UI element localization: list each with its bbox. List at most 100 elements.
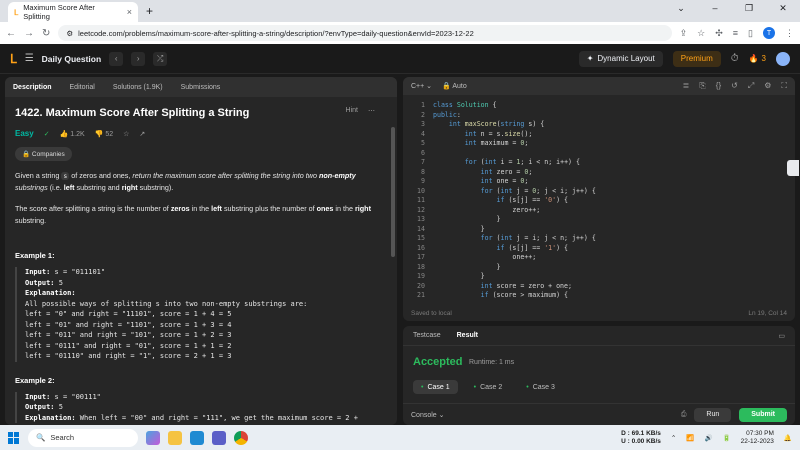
wifi-icon[interactable]: 📶 [686, 434, 694, 442]
prev-question-button[interactable]: ‹ [109, 51, 124, 66]
code-line: for (int i = 1; i < n; i++) { [464, 158, 580, 166]
taskbar-search[interactable]: 🔍 Search [28, 428, 138, 447]
case-label: Case 1 [427, 383, 450, 391]
dynamic-layout-label: Dynamic Layout [597, 54, 655, 63]
tab-result[interactable]: Result [457, 332, 478, 339]
leetcode-navbar: ᒪ ☰ Daily Question ‹ › ⤮ ✦ Dynamic Layou… [0, 44, 800, 74]
favorite-star-icon[interactable]: ☆ [123, 130, 129, 138]
reading-list-icon[interactable]: ≡ [733, 28, 738, 38]
bookmark-icon[interactable]: ⎘ [699, 81, 705, 91]
dynamic-layout-button[interactable]: ✦ Dynamic Layout [578, 50, 663, 67]
extensions-icon[interactable]: ✣ [715, 28, 723, 39]
desc-bold: zeros [170, 204, 190, 213]
reset-icon[interactable]: ↺ [731, 81, 738, 91]
line-number: 12 [417, 205, 425, 214]
chrome-icon[interactable] [234, 430, 248, 445]
copilot-icon[interactable] [146, 430, 160, 445]
console-toggle[interactable]: Console ⌄ [411, 411, 445, 419]
hint-button[interactable]: Hint [346, 107, 358, 115]
submit-button[interactable]: Submit [739, 407, 787, 422]
streak-count: 3 [761, 54, 766, 63]
time-text: 07:30 PM [746, 429, 774, 437]
line-number: 6 [421, 148, 425, 157]
chevron-down-icon[interactable]: ⌄ [664, 3, 698, 14]
file-explorer-icon[interactable] [168, 430, 182, 445]
timer-icon[interactable]: ⏱ [731, 53, 739, 64]
dislike-button[interactable]: 👎 52 [95, 130, 113, 138]
line-number: 3 [421, 120, 425, 128]
next-question-button[interactable]: › [131, 51, 146, 66]
case-2-tab[interactable]: • Case 2 [466, 380, 511, 394]
volume-icon[interactable]: 🔊 [704, 434, 712, 442]
forward-icon[interactable]: → [24, 28, 34, 39]
share-link-icon[interactable]: ↗ [139, 130, 145, 138]
run-submit-group: ⎙ Run Submit [681, 407, 787, 422]
run-button[interactable]: Run [694, 407, 732, 422]
new-tab-icon[interactable]: + [146, 4, 153, 18]
description-scrollbar[interactable] [391, 127, 395, 257]
browser-profile-avatar[interactable]: T [763, 27, 775, 39]
tray-chevron-icon[interactable]: ⌃ [671, 434, 676, 442]
description-panel: Description Editorial Solutions (1.9K) S… [5, 77, 397, 425]
list-icon[interactable]: ☰ [25, 53, 34, 64]
close-window-icon[interactable]: ✕ [766, 3, 800, 14]
site-info-icon[interactable]: ⚙ [66, 29, 73, 38]
line-number: 5 [421, 139, 425, 147]
restore-icon[interactable]: ❐ [732, 3, 766, 14]
like-button[interactable]: 👍 1.2K [60, 130, 85, 138]
notification-bell-icon[interactable]: 🔔 [784, 434, 792, 442]
tab-submissions[interactable]: Submissions [181, 84, 221, 91]
menu-kebab-icon[interactable]: ⋮ [785, 28, 794, 39]
companies-tag[interactable]: 🔒 Companies [15, 147, 72, 161]
teams-icon[interactable] [212, 430, 226, 445]
code-area[interactable]: 1 2 3 4 5 6 7 8 9 10 11 12 13 14 15 16 17 18 19 20 21 class … [403, 95, 795, 305]
case-1-tab[interactable]: • Case 1 [413, 380, 458, 394]
leetcode-logo-icon[interactable]: ᒪ [10, 52, 17, 66]
upload-icon[interactable]: ⎙ [681, 411, 687, 419]
case-3-tab[interactable]: • Case 3 [518, 380, 563, 394]
language-select[interactable]: C++ ⌄ [411, 82, 432, 90]
fullscreen-icon[interactable]: ⛶ [781, 81, 787, 91]
streak-counter[interactable]: 🔥 3 [749, 54, 766, 63]
tab-description[interactable]: Description [13, 84, 52, 91]
format-icon[interactable]: ≣ [683, 81, 690, 91]
difficulty-badge: Easy [15, 129, 34, 138]
explanation-line: left = "011" and right = "101", score = … [25, 331, 232, 339]
shuffle-icon[interactable]: ⤮ [153, 51, 168, 66]
tab-testcase[interactable]: Testcase [413, 332, 441, 339]
premium-button[interactable]: Premium [672, 50, 721, 67]
battery-icon[interactable]: 🔋 [723, 434, 731, 442]
autocomplete-mode[interactable]: 🔒 Auto [442, 82, 467, 90]
bookmark-star-icon[interactable]: ☆ [697, 28, 705, 39]
share-icon[interactable]: ⇪ [680, 28, 688, 39]
expand-panel-icon[interactable]: ▭ [778, 332, 785, 340]
vscode-icon[interactable] [190, 430, 204, 445]
address-bar[interactable]: ⚙ leetcode.com/problems/maximum-score-af… [58, 25, 672, 41]
user-avatar[interactable] [776, 51, 790, 66]
side-panel-icon[interactable] [787, 160, 799, 176]
browser-tab[interactable]: ᒪ Maximum Score After Splitting × [8, 2, 138, 22]
windows-start-icon[interactable] [8, 431, 20, 444]
tab-editorial[interactable]: Editorial [70, 84, 95, 91]
windows-taskbar: 🔍 Search D : 69.1 KB/s U : 0.00 KB/s ⌃ 📶… [0, 425, 800, 450]
reload-icon[interactable]: ↻ [42, 28, 50, 39]
description-tabs: Description Editorial Solutions (1.9K) S… [5, 77, 397, 97]
expand-icon[interactable]: ⤢ [748, 81, 754, 91]
code-line: one++; [433, 253, 537, 261]
braces-icon[interactable]: {} [716, 81, 721, 91]
tab-solutions[interactable]: Solutions (1.9K) [113, 84, 163, 91]
companies-label: Companies [31, 151, 65, 158]
cursor-position: Ln 19, Col 14 [748, 310, 787, 317]
code-line: for (int j = i; j < n; j++) { [480, 234, 596, 242]
more-icon[interactable]: ⋯ [368, 107, 375, 115]
desc-text: in the [189, 204, 212, 213]
daily-question-title[interactable]: Daily Question [42, 54, 102, 64]
output-label: Output: [25, 278, 55, 287]
back-icon[interactable]: ← [6, 28, 16, 39]
minimize-icon[interactable]: – [698, 3, 732, 14]
settings-gear-icon[interactable]: ⚙ [764, 81, 771, 91]
date-text: 22-12-2023 [740, 437, 774, 445]
sidebar-icon[interactable]: ▯ [748, 28, 753, 39]
clock[interactable]: 07:30 PM 22-12-2023 [741, 430, 774, 446]
close-tab-icon[interactable]: × [127, 7, 132, 17]
